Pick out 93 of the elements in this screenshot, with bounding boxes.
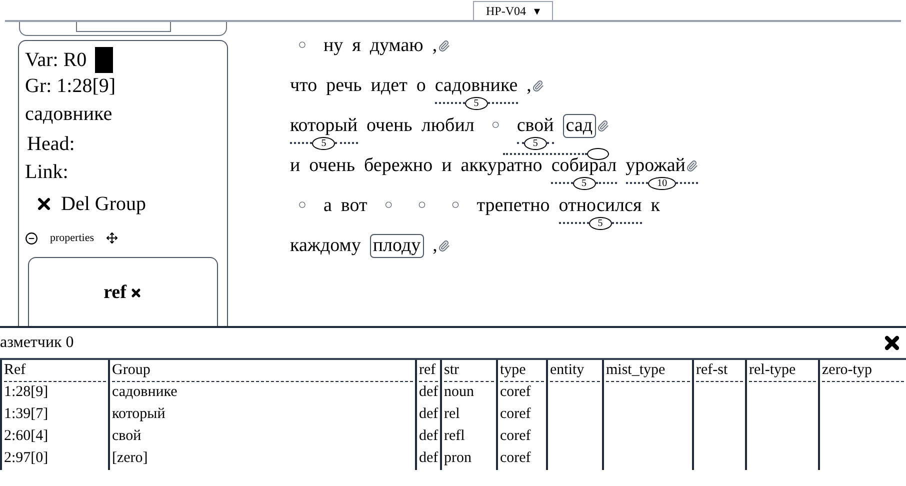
column-header[interactable]: rel-type bbox=[749, 360, 816, 382]
paperclip-icon[interactable] bbox=[686, 160, 698, 172]
table-cell: noun bbox=[444, 384, 474, 400]
column-header[interactable]: zero-typ bbox=[822, 360, 904, 382]
column-header[interactable]: ref bbox=[419, 360, 438, 382]
word[interactable]: , bbox=[526, 74, 532, 98]
table-cell: coref bbox=[500, 450, 531, 466]
move-icon[interactable] bbox=[106, 232, 118, 244]
remove-icon[interactable] bbox=[130, 287, 142, 299]
word[interactable]: бережно bbox=[364, 154, 433, 178]
table-cell: def bbox=[419, 406, 438, 422]
table-cell: pron bbox=[444, 450, 472, 466]
ref-card-title-text: ref bbox=[104, 282, 126, 304]
word[interactable]: ну bbox=[323, 34, 344, 58]
group-mark[interactable]: 5 bbox=[464, 96, 488, 110]
group-mark[interactable]: 5 bbox=[312, 136, 336, 150]
word[interactable]: аккуратно bbox=[460, 154, 542, 178]
word[interactable]: я bbox=[352, 34, 361, 58]
table-cell: refl bbox=[444, 428, 465, 444]
paperclip-icon[interactable] bbox=[438, 40, 450, 52]
word[interactable]: каждому bbox=[290, 234, 361, 258]
table-cell: свой bbox=[112, 428, 142, 444]
group-mark[interactable]: 5 bbox=[588, 216, 612, 230]
table-cell: rel bbox=[444, 406, 460, 422]
table-cell: который bbox=[112, 406, 166, 422]
close-icon[interactable] bbox=[882, 333, 902, 353]
word[interactable]: который bbox=[290, 114, 358, 138]
column-header[interactable]: ref-st bbox=[696, 360, 743, 382]
word[interactable]: , bbox=[432, 34, 438, 58]
color-swatch[interactable] bbox=[94, 47, 113, 73]
word[interactable]: урожай bbox=[626, 154, 686, 178]
word[interactable]: очень bbox=[366, 114, 412, 138]
empty-slot-marker[interactable]: ○ bbox=[384, 194, 393, 218]
table-cell: [zero] bbox=[112, 450, 148, 466]
word[interactable]: очень bbox=[309, 154, 356, 178]
word[interactable]: идет bbox=[370, 74, 408, 98]
table-cell: coref bbox=[500, 428, 531, 444]
table-cell: 2:60[4] bbox=[4, 428, 48, 444]
head-label: Head: bbox=[27, 132, 76, 157]
empty-slot-marker[interactable]: ○ bbox=[298, 194, 306, 218]
table-cell: садовнике bbox=[112, 384, 178, 400]
word[interactable]: думаю bbox=[370, 34, 424, 58]
word[interactable]: собирал bbox=[551, 154, 617, 178]
group-word: садовнике bbox=[25, 102, 114, 127]
table-cell: coref bbox=[500, 384, 531, 400]
column-header[interactable]: mist_type bbox=[606, 360, 690, 382]
link-label: Link: bbox=[25, 160, 70, 185]
word[interactable]: к bbox=[650, 194, 660, 218]
column-header[interactable]: entity bbox=[550, 360, 600, 382]
properties-label: properties bbox=[50, 231, 94, 246]
word[interactable]: свой bbox=[516, 114, 554, 138]
paperclip-icon[interactable] bbox=[532, 80, 544, 92]
word[interactable]: и bbox=[442, 154, 452, 178]
paperclip-icon[interactable] bbox=[596, 120, 609, 132]
version-select[interactable]: НР-V04 ▾ bbox=[472, 1, 553, 20]
delete-group-button[interactable]: Del Group bbox=[35, 191, 221, 217]
selected-word[interactable]: плоду bbox=[370, 234, 424, 258]
table-cell: def bbox=[419, 450, 438, 466]
word[interactable]: речь bbox=[326, 74, 362, 98]
table-cell: 1:39[7] bbox=[4, 406, 48, 422]
group-mark[interactable]: 10 bbox=[648, 176, 676, 190]
paperclip-icon[interactable] bbox=[438, 240, 450, 252]
word[interactable]: любил bbox=[421, 114, 474, 138]
empty-slot-marker[interactable]: ○ bbox=[298, 34, 306, 58]
empty-slot-marker[interactable]: ○ bbox=[491, 114, 500, 138]
group-mark[interactable]: 5 bbox=[572, 176, 596, 190]
delete-icon[interactable] bbox=[35, 195, 53, 213]
column-header[interactable]: str bbox=[444, 360, 494, 382]
annotator-title: азметчик 0 bbox=[0, 333, 74, 353]
column-header[interactable]: Group bbox=[112, 360, 413, 382]
empty-slot-marker[interactable]: ○ bbox=[418, 194, 426, 218]
selected-word[interactable]: сад bbox=[562, 114, 596, 138]
variant-label: Var: R0 bbox=[25, 48, 87, 73]
empty-slot-marker[interactable]: ○ bbox=[451, 194, 460, 218]
word[interactable]: о bbox=[416, 74, 426, 98]
word[interactable]: что bbox=[290, 74, 318, 98]
column-header[interactable]: type bbox=[500, 360, 544, 382]
word[interactable]: садовнике bbox=[434, 74, 518, 98]
column-header[interactable]: Ref bbox=[4, 360, 106, 382]
table-cell: 2:97[0] bbox=[4, 450, 48, 466]
word[interactable]: трепетно bbox=[476, 194, 550, 218]
word[interactable]: вот bbox=[340, 194, 368, 218]
table-cell: def bbox=[419, 428, 438, 444]
collapse-icon[interactable] bbox=[25, 232, 38, 244]
table-cell: coref bbox=[500, 406, 531, 422]
word[interactable]: , bbox=[432, 234, 438, 258]
word[interactable]: относился bbox=[558, 194, 642, 218]
table-cell: def bbox=[419, 384, 438, 400]
group-reference: Gr: 1:28[9] bbox=[25, 74, 117, 99]
word[interactable]: а bbox=[323, 194, 332, 218]
group-mark[interactable]: 5 bbox=[524, 136, 547, 150]
table-cell: 1:28[9] bbox=[4, 384, 48, 400]
word[interactable]: и bbox=[290, 154, 300, 178]
